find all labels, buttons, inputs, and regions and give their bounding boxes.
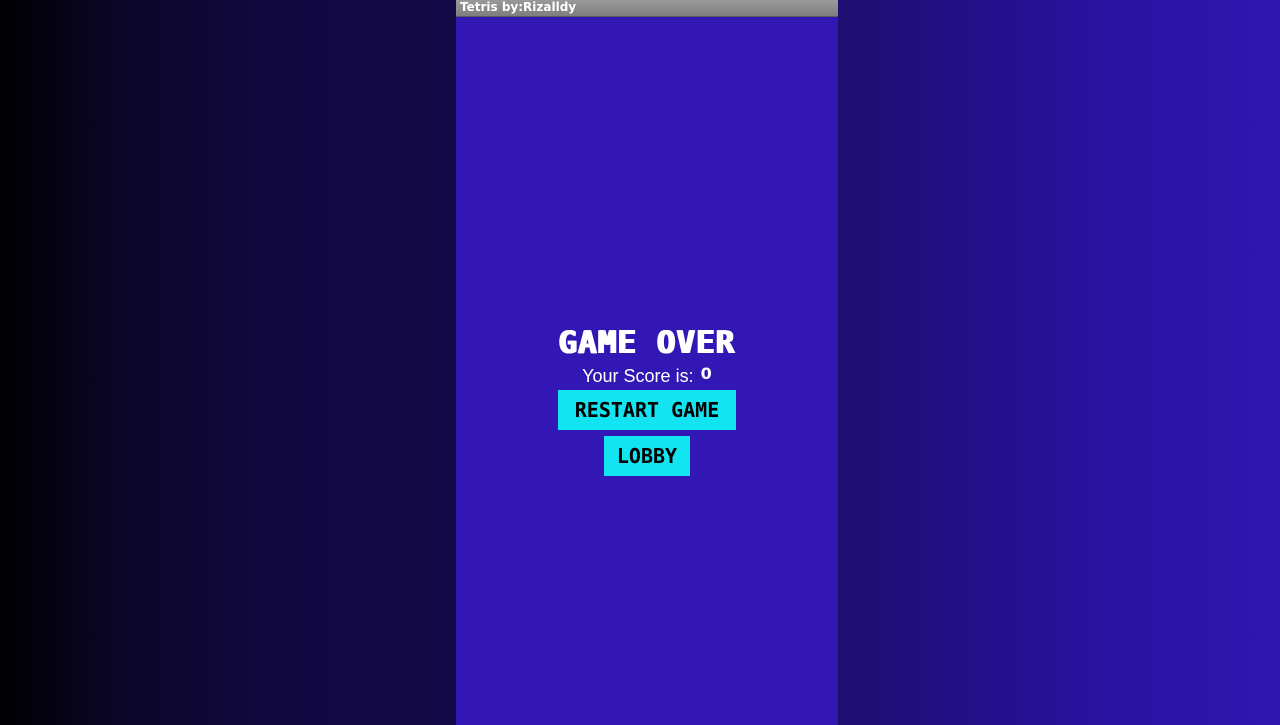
right-backdrop: [838, 0, 1280, 725]
game-over-heading: GAME OVER: [558, 325, 736, 361]
title-bar: Tetris by:Rizalldy: [456, 0, 838, 17]
score-row: Your Score is: 0: [456, 362, 838, 389]
left-backdrop: [0, 0, 456, 725]
game-screen: Tetris by:Rizalldy GAME OVER Your Score …: [456, 0, 838, 725]
restart-game-button[interactable]: RESTART GAME: [558, 390, 736, 430]
lobby-button[interactable]: LOBBY: [604, 436, 690, 476]
score-label: Your Score is:: [582, 366, 694, 386]
window-title: Tetris by:Rizalldy: [460, 0, 577, 14]
score-value: 0: [700, 364, 712, 383]
